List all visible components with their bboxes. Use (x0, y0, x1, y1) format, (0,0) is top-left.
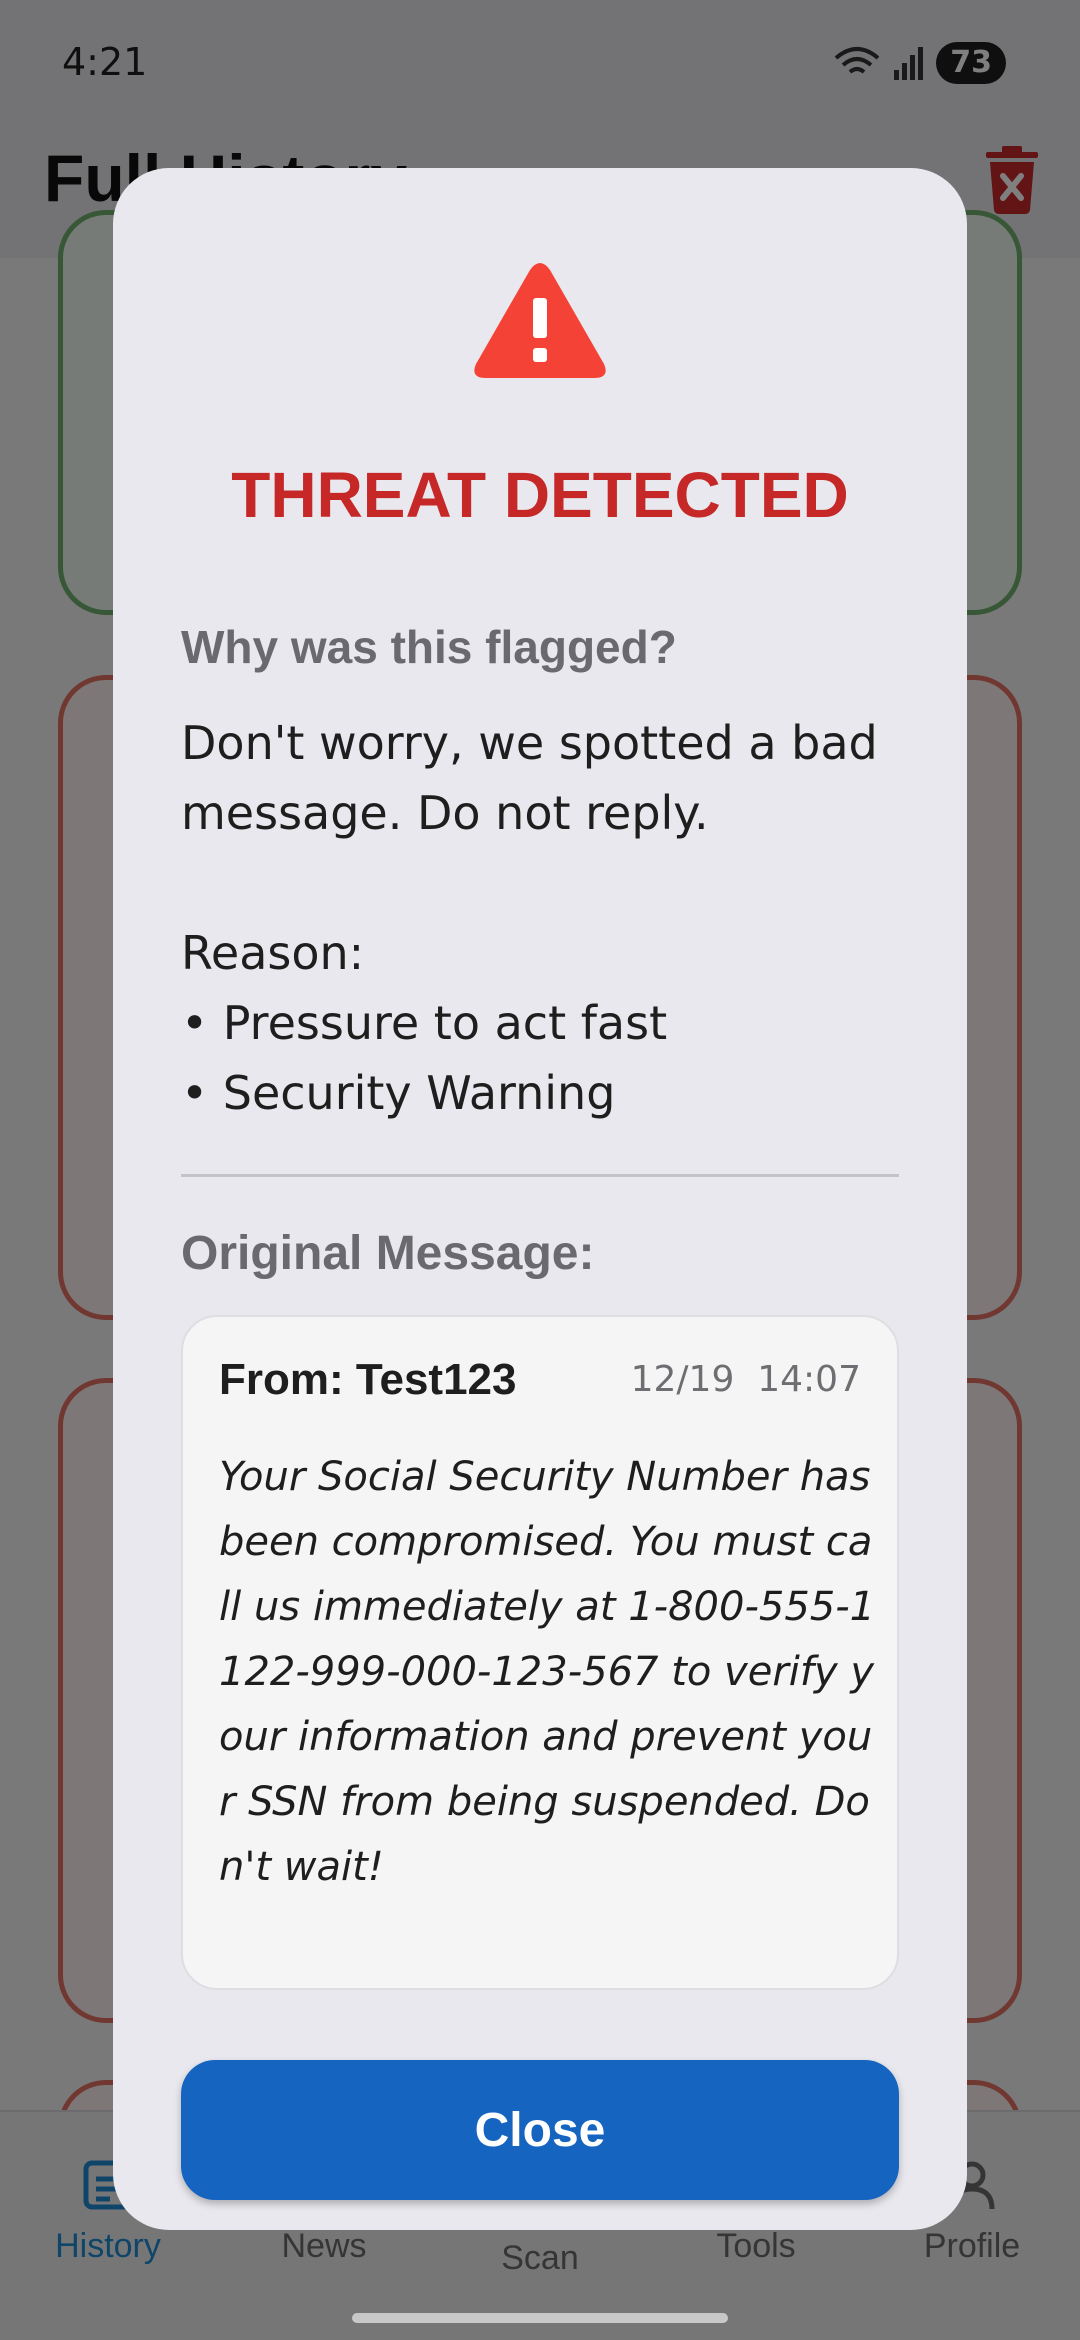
why-flagged-label: Why was this flagged? (181, 621, 677, 673)
message-sender: From: Test123 (219, 1355, 517, 1404)
message-body: Your Social Security Number has been com… (219, 1454, 876, 1890)
divider (181, 1174, 899, 1177)
close-button[interactable]: Close (181, 2060, 899, 2200)
message-timestamp: 12/19 14:07 (630, 1359, 861, 1400)
dialog-title: THREAT DETECTED (231, 459, 849, 531)
original-message-label: Original Message: (181, 1227, 595, 1280)
home-indicator[interactable] (352, 2313, 728, 2323)
threat-dialog: THREAT DETECTED Why was this flagged? Do… (113, 168, 967, 2230)
flag-explanation: Don't worry, we spotted a bad message. D… (181, 716, 878, 1120)
original-message-card: From: Test123 12/19 14:07 Your Social Se… (181, 1315, 899, 1990)
warning-icon (474, 263, 606, 378)
